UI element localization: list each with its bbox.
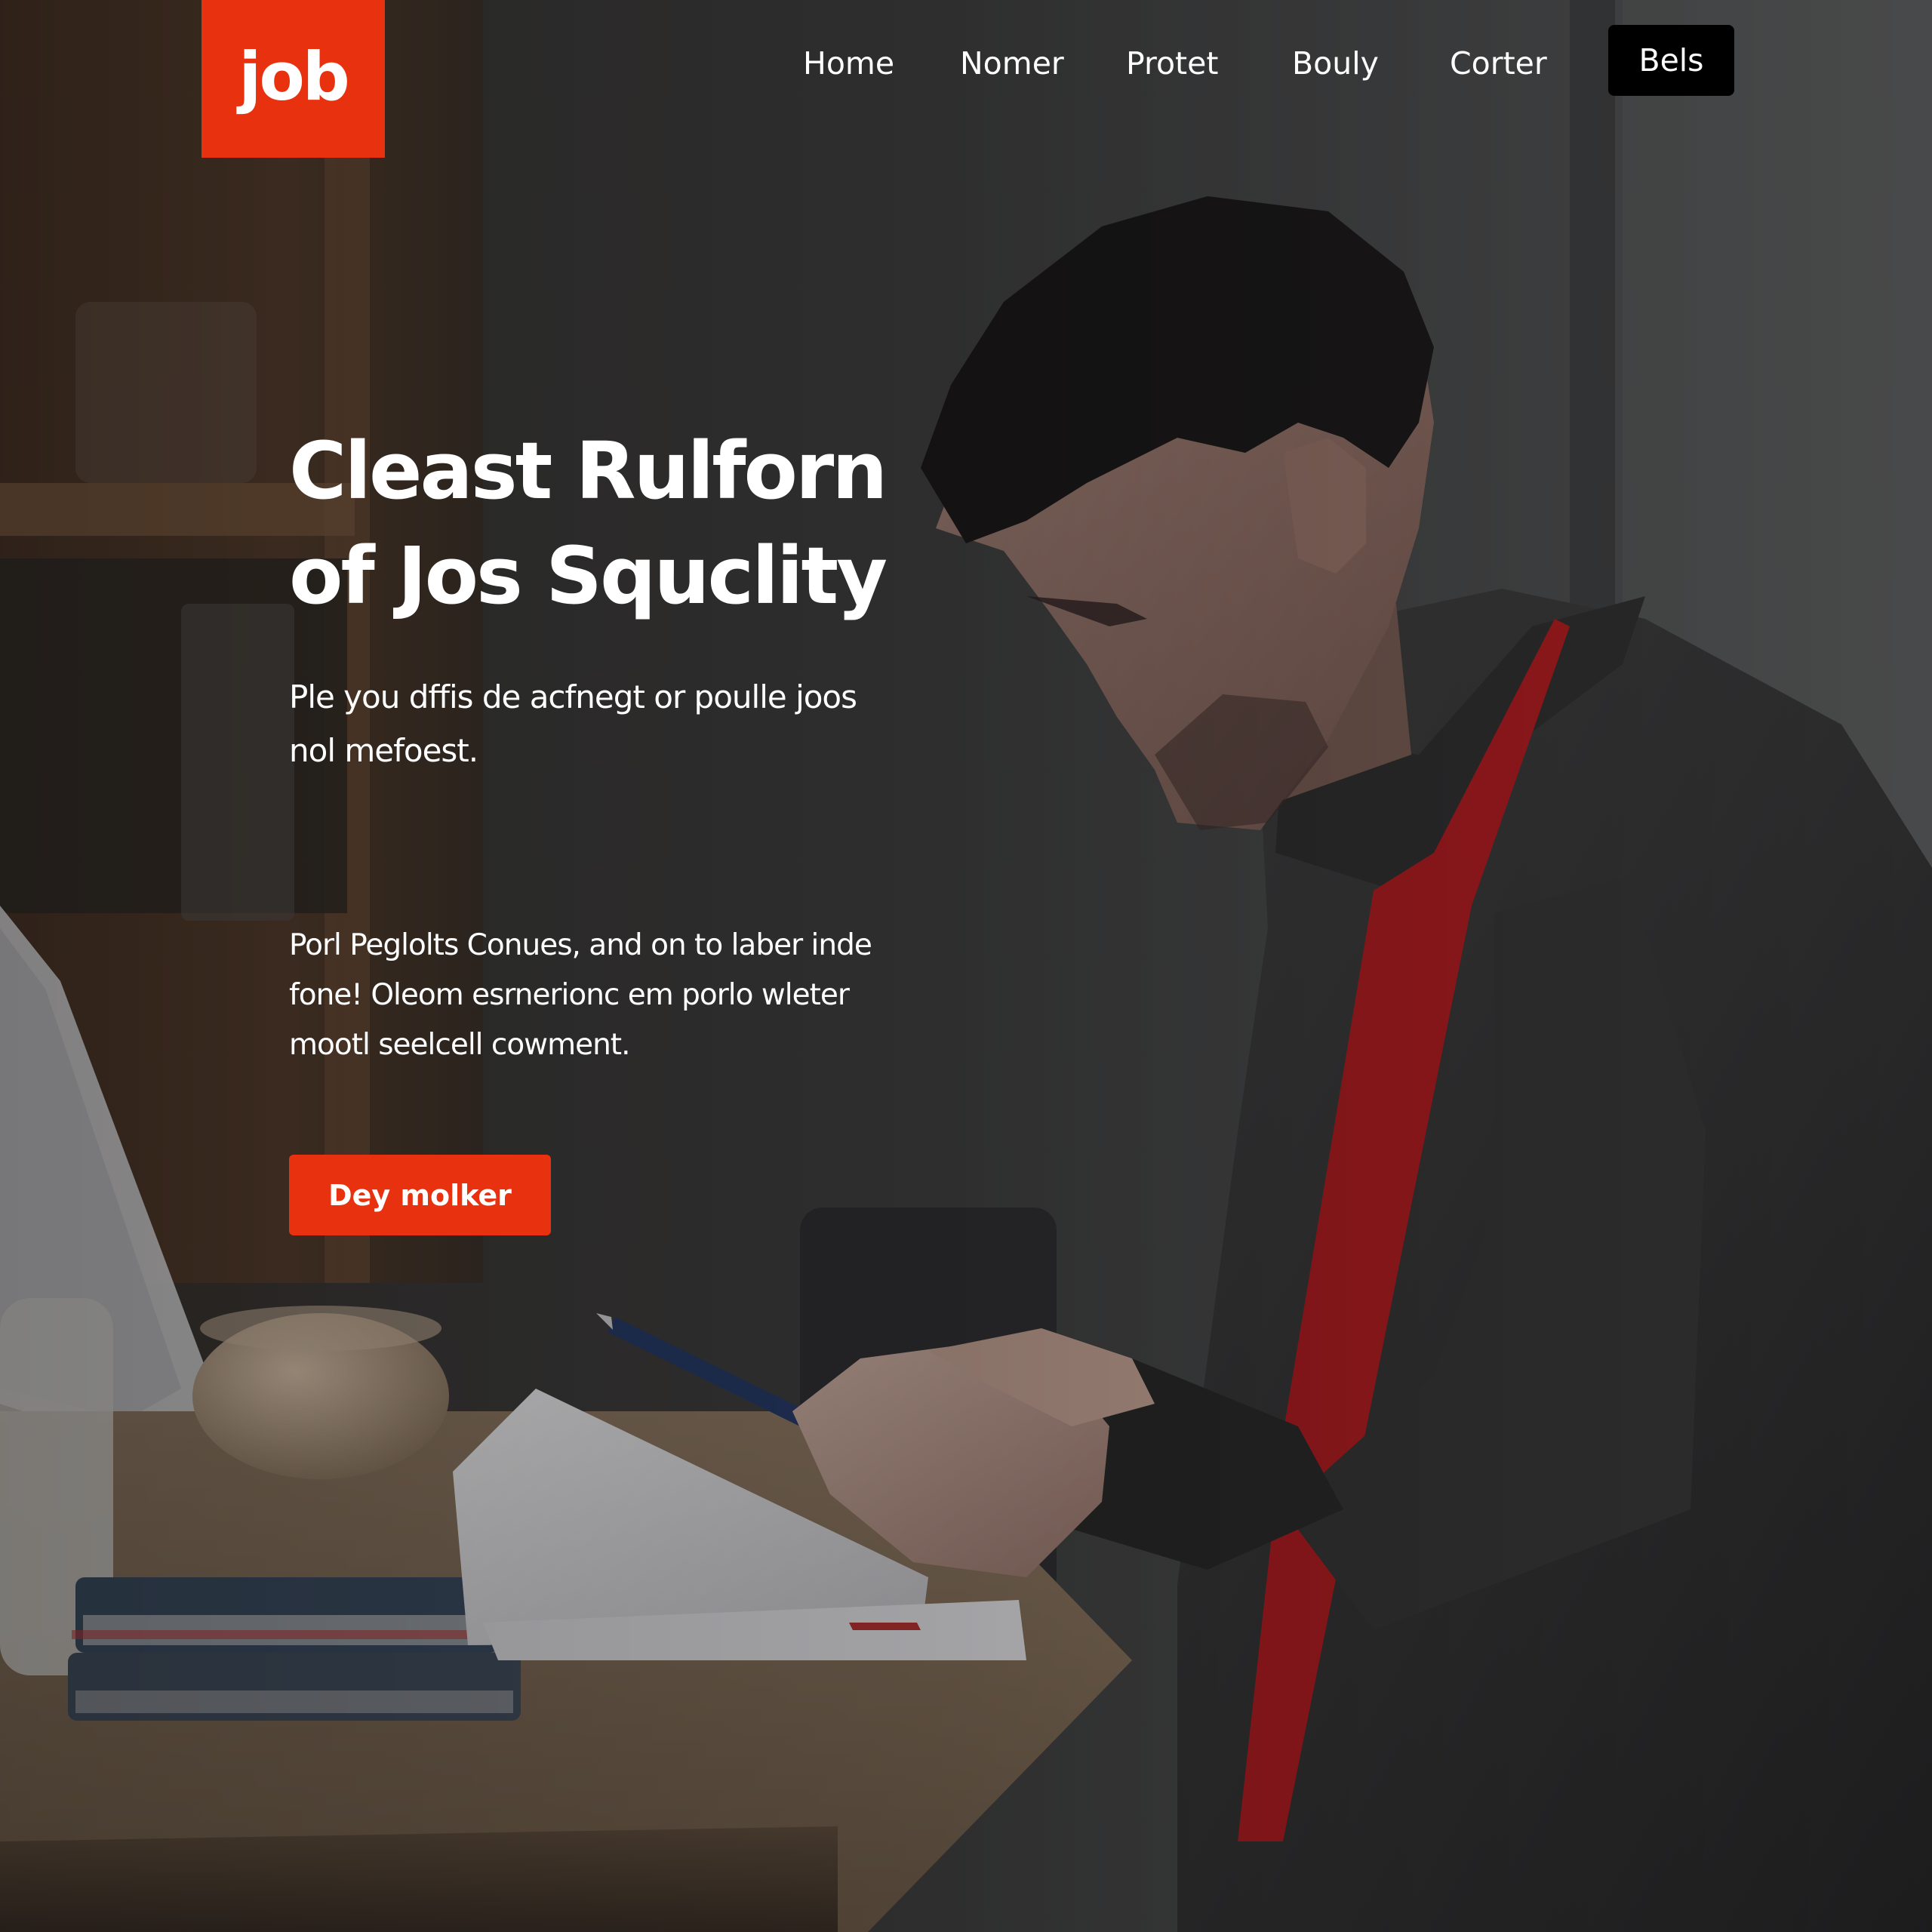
hero-lead-line: nol mefoest. xyxy=(289,732,478,769)
hero-body-line: Porl Peglolts Conues, and on to laber in… xyxy=(289,928,872,962)
nav-link-corter[interactable]: Corter xyxy=(1450,39,1547,88)
hero-body-text: Porl Peglolts Conues, and on to laber in… xyxy=(289,921,968,1070)
hero-title-line: Cleast Rulforn xyxy=(289,425,888,517)
hero-cta-button[interactable]: Dey molker xyxy=(289,1155,551,1235)
nav-cta-button[interactable]: Bels xyxy=(1608,25,1734,96)
hero-body-line: mootl seelcell cowment. xyxy=(289,1028,630,1062)
nav-link-home[interactable]: Home xyxy=(803,39,894,88)
hero-title-line: of Jos Squclity xyxy=(289,530,888,622)
hero-lead-text: Ple you dffis de acfnegt or poulle joos … xyxy=(289,670,968,777)
brand-logo-text: job xyxy=(238,38,350,115)
nav-link-nomer[interactable]: Nomer xyxy=(960,39,1064,88)
brand-logo[interactable]: job xyxy=(202,0,385,158)
hero-lead-line: Ple you dffis de acfnegt or poulle joos xyxy=(289,678,857,715)
hero-body-line: fone! Oleom esrnerionc em porlo wleter xyxy=(289,978,850,1012)
nav-link-protet[interactable]: Protet xyxy=(1126,39,1218,88)
nav-link-bouly[interactable]: Bouly xyxy=(1292,39,1379,88)
hero-title: Cleast Rulforn of Jos Squclity xyxy=(289,419,968,629)
